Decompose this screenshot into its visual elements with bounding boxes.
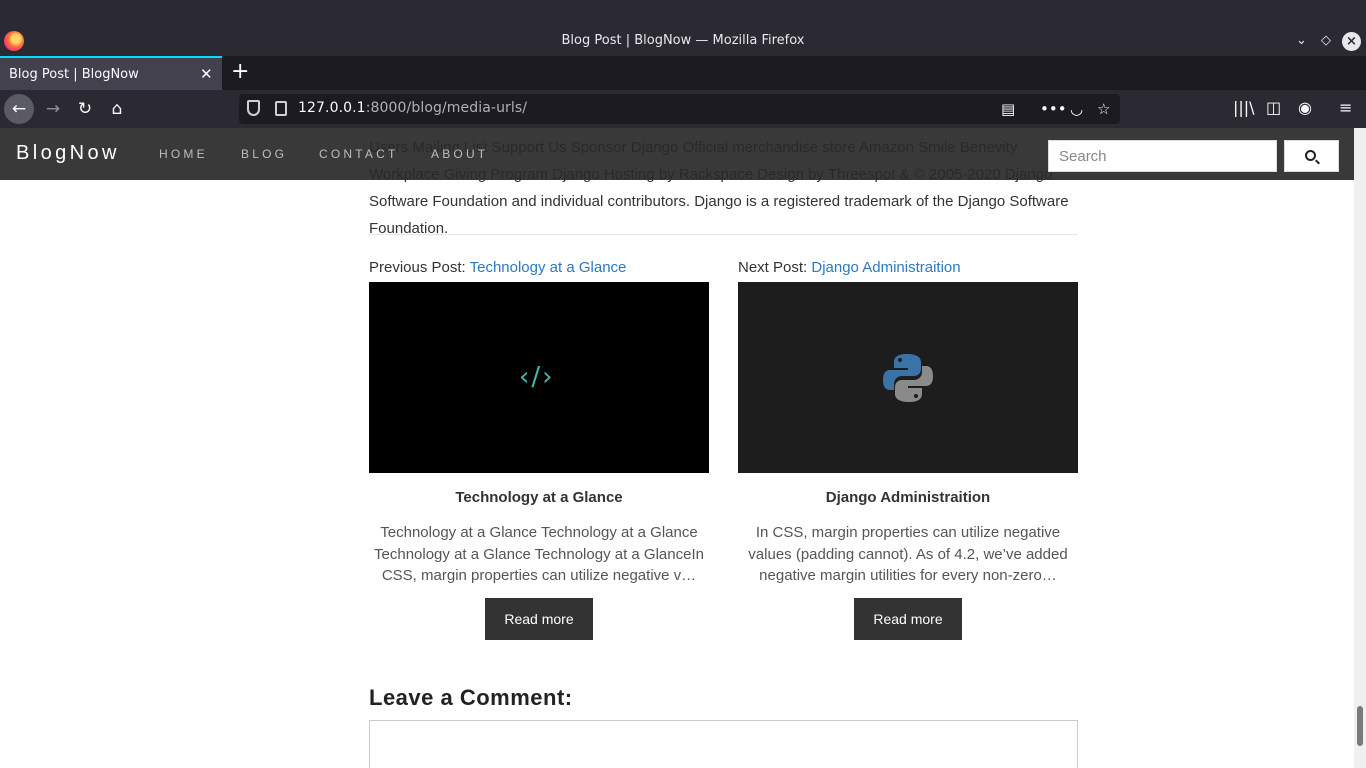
bookmark-star-icon[interactable]: ☆ [1097,100,1110,118]
site-search-button[interactable] [1284,140,1339,172]
previous-post-link[interactable]: Technology at a Glance [470,259,627,276]
pocket-icon[interactable]: ◡ [1070,100,1083,118]
search-icon [1305,150,1316,161]
previous-post-title: Technology at a Glance [455,489,623,506]
next-post-thumbnail[interactable] [738,282,1078,473]
comment-textarea[interactable] [369,720,1078,768]
previous-post-label: Previous Post: Technology at a Glance [369,256,709,280]
sidebar-icon[interactable]: ◫ [1266,98,1281,117]
site-brand-logo[interactable]: BlogNow [16,142,120,165]
tab-active[interactable]: Blog Post | BlogNow ✕ [0,56,222,90]
next-post-title: Django Administraition [825,489,991,506]
previous-post-thumbnail[interactable]: ‹/› [369,282,709,473]
more-actions-icon[interactable]: ••• [1040,100,1067,118]
page-info-icon[interactable] [275,101,287,116]
nav-contact-link[interactable]: CONTACT [319,147,399,161]
nav-home-link[interactable]: HOME [159,147,208,161]
url-path: :8000/blog/media-urls/ [365,100,528,116]
reload-icon[interactable]: ↻ [70,94,100,124]
next-post-card: Next Post: Django Administraition Django… [738,256,1078,640]
code-icon: ‹/› [519,362,555,392]
nav-about-link[interactable]: ABOUT [431,147,488,161]
site-search-input[interactable] [1048,140,1277,172]
home-icon[interactable]: ⌂ [102,94,132,124]
previous-post-excerpt: Technology at a Glance Technology at a G… [374,524,704,584]
next-post-link[interactable]: Django Administraition [811,259,960,276]
url-bar[interactable]: 127.0.0.1:8000/blog/media-urls/ ▤ ••• ◡ … [239,94,1120,124]
new-tab-icon[interactable]: + [231,60,249,84]
forward-arrow-icon[interactable]: → [38,94,68,124]
url-text[interactable]: 127.0.0.1:8000/blog/media-urls/ [298,100,527,116]
tracking-shield-icon[interactable] [247,100,260,116]
tab-bar: Blog Post | BlogNow ✕ + [0,56,1366,90]
tab-title: Blog Post | BlogNow [9,67,139,82]
next-post-excerpt: In CSS, margin properties can utilize ne… [748,524,1068,584]
close-window-icon[interactable]: × [1342,32,1361,51]
page-scrollbar[interactable] [1354,128,1366,768]
library-icon[interactable]: |||\ [1233,98,1255,117]
next-post-prefix: Next Post: [738,259,812,276]
page-viewport: Users Mailing List Support Us Sponsor Dj… [0,128,1366,768]
divider [369,234,1078,235]
comment-heading: Leave a Comment: [369,685,573,710]
maximize-icon[interactable]: ◇ [1321,32,1331,50]
browser-navbar: ← → ↻ ⌂ 127.0.0.1:8000/blog/media-urls/ … [0,90,1366,128]
next-read-more-button[interactable]: Read more [854,597,962,640]
scrollbar-thumb[interactable] [1357,706,1363,746]
previous-read-more-button[interactable]: Read more [485,597,593,640]
window-title: Blog Post | BlogNow — Mozilla Firefox [561,33,805,48]
python-logo-icon [883,354,933,402]
account-icon[interactable]: ◉ [1298,98,1312,117]
previous-post-card: Previous Post: Technology at a Glance ‹/… [369,256,709,640]
next-post-label: Next Post: Django Administraition [738,256,1078,280]
back-arrow-icon[interactable]: ← [4,94,34,124]
menu-icon[interactable]: ≡ [1339,98,1352,117]
browser-titlebar: Blog Post | BlogNow — Mozilla Firefox ⌄ … [0,0,1366,60]
reader-view-icon[interactable]: ▤ [1001,100,1015,118]
minimize-icon[interactable]: ⌄ [1296,32,1307,50]
site-navbar: BlogNow HOME BLOG CONTACT ABOUT [0,128,1354,180]
url-host: 127.0.0.1 [298,100,366,116]
previous-post-prefix: Previous Post: [369,259,470,276]
nav-blog-link[interactable]: BLOG [241,147,287,161]
close-tab-icon[interactable]: ✕ [200,65,213,83]
